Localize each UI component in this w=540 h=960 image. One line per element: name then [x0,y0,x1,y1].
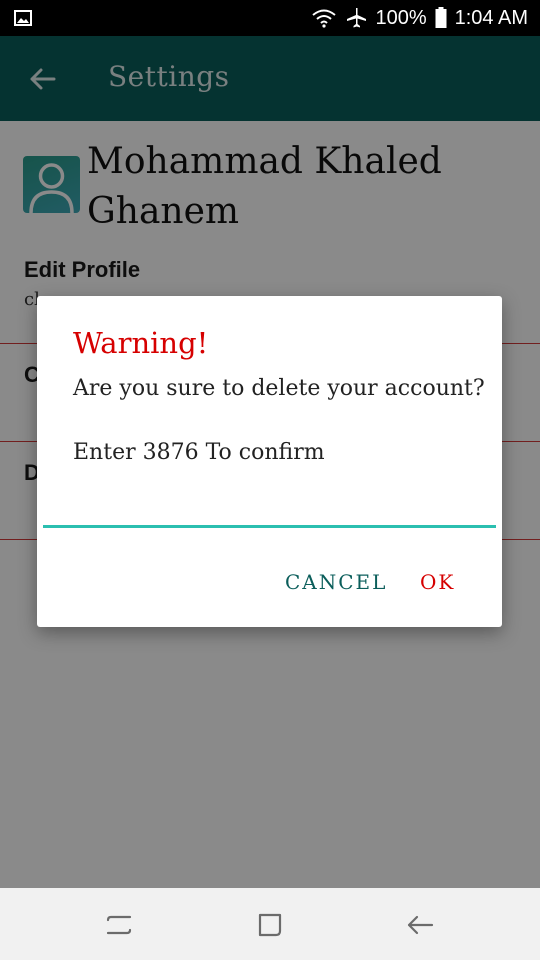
cancel-button[interactable]: CANCEL [285,570,387,594]
battery-icon [435,7,447,28]
nav-back-icon[interactable] [405,910,435,940]
confirm-code-input[interactable] [43,488,496,528]
status-time: 1:04 AM [454,6,528,29]
dialog-title: Warning! [73,326,209,360]
dialog-message: Are you sure to delete your account? [73,376,485,401]
home-icon[interactable] [255,910,285,940]
status-bar: 100% 1:04 AM [0,0,540,36]
recent-apps-icon[interactable] [104,910,134,940]
dialog-prompt: Enter 3876 To confirm [73,440,325,465]
battery-percent: 100% [375,6,427,29]
ok-button[interactable]: OK [420,570,455,594]
gallery-icon [14,10,32,26]
airplane-icon [347,8,367,28]
delete-account-dialog: Warning! Are you sure to delete your acc… [37,296,502,627]
wifi-icon [312,9,337,28]
navigation-bar [0,888,540,960]
